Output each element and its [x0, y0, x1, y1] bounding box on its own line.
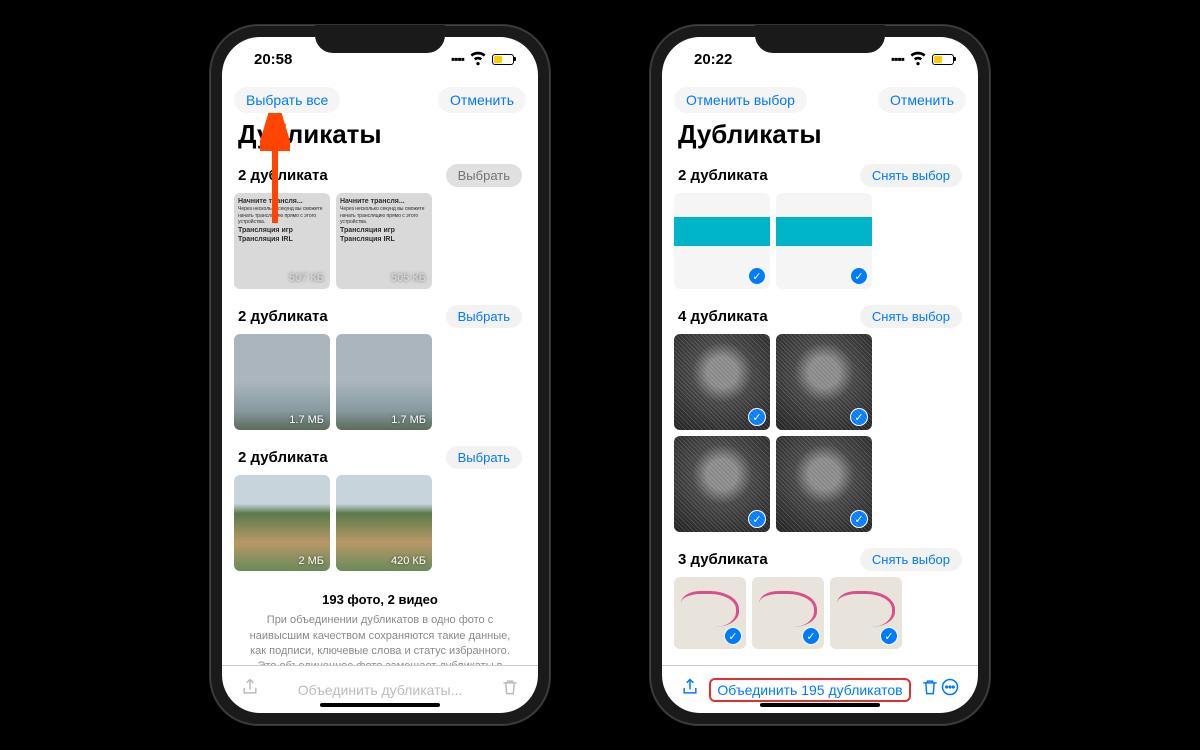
file-size: 1.7 МБ: [289, 414, 324, 426]
file-size: 2 МБ: [298, 555, 324, 567]
share-icon[interactable]: [680, 677, 700, 702]
more-icon[interactable]: [940, 677, 960, 702]
deselect-group-button[interactable]: Снять выбор: [860, 164, 962, 187]
selected-check-icon: ✓: [748, 408, 766, 426]
selected-check-icon: ✓: [850, 267, 868, 285]
photo-thumbnail[interactable]: ✓: [674, 334, 770, 430]
nav-bar: Отменить выбор Отменить: [662, 81, 978, 115]
clock: 20:58: [254, 51, 292, 68]
merge-button[interactable]: Объединить 195 дубликатов: [700, 678, 920, 702]
nav-bar: Выбрать все Отменить: [222, 81, 538, 115]
battery-icon: [932, 54, 954, 65]
selected-check-icon: ✓: [724, 627, 742, 645]
photo-thumbnail[interactable]: ✓: [830, 577, 902, 649]
photo-thumbnail[interactable]: 1.7 МБ: [336, 334, 432, 430]
photo-thumbnail[interactable]: ✓: [776, 193, 872, 289]
notch: [755, 25, 885, 53]
trash-icon: [500, 677, 520, 702]
select-group-button[interactable]: Выбрать: [446, 305, 522, 328]
selected-check-icon: ✓: [880, 627, 898, 645]
selected-check-icon: ✓: [748, 510, 766, 528]
select-group-button[interactable]: Выбрать: [446, 446, 522, 469]
selected-check-icon: ✓: [802, 627, 820, 645]
summary-text: 193 фото, 2 видео При объединении дублик…: [222, 581, 538, 665]
cancel-button[interactable]: Отменить: [878, 87, 966, 113]
duplicate-group: 2 дубликата Снять выбор ✓ ✓: [662, 158, 978, 299]
deselect-all-button[interactable]: Отменить выбор: [674, 87, 807, 113]
select-group-button[interactable]: Выбрать: [446, 164, 522, 187]
annotation-highlight: Объединить 195 дубликатов: [709, 678, 910, 702]
page-title: Дубликаты: [662, 115, 978, 158]
group-title: 2 дубликата: [238, 308, 328, 325]
group-title: 2 дубликата: [238, 449, 328, 466]
notch: [315, 25, 445, 53]
duplicate-group: 2 дубликата Выбрать 1.7 МБ 1.7 МБ: [222, 299, 538, 440]
wifi-icon: [468, 47, 488, 71]
trash-icon[interactable]: [920, 677, 940, 702]
phone-left: 20:58 ▪▪▪▪ Выбрать все Отменить Дубликат…: [210, 25, 550, 725]
battery-icon: [492, 54, 514, 65]
file-size: 507 КБ: [289, 271, 324, 285]
duplicate-group: 2 дубликата Выбрать 2 МБ 420 КБ: [222, 440, 538, 581]
duplicate-group: 3 дубликата Снять выбор ✓ ✓ ✓: [662, 542, 978, 659]
content-scroll[interactable]: 2 дубликата Выбрать Начните трансля... Ч…: [222, 158, 538, 665]
signal-icon: ▪▪▪▪: [891, 52, 904, 66]
selected-check-icon: ✓: [850, 510, 868, 528]
file-size: 505 КБ: [391, 271, 426, 285]
group-title: 3 дубликата: [678, 551, 768, 568]
photo-thumbnail[interactable]: 1.7 МБ: [234, 334, 330, 430]
wifi-icon: [908, 47, 928, 71]
photo-thumbnail[interactable]: 2 МБ: [234, 475, 330, 571]
group-title: 2 дубликата: [678, 167, 768, 184]
file-size: 420 КБ: [391, 555, 426, 567]
selected-check-icon: ✓: [850, 408, 868, 426]
content-scroll[interactable]: 2 дубликата Снять выбор ✓ ✓ 4 дубликата …: [662, 158, 978, 665]
cancel-button[interactable]: Отменить: [438, 87, 526, 113]
select-all-button[interactable]: Выбрать все: [234, 87, 340, 113]
file-size: 1.7 МБ: [391, 414, 426, 426]
group-title: 4 дубликата: [678, 308, 768, 325]
home-indicator[interactable]: [760, 703, 880, 707]
home-indicator[interactable]: [320, 703, 440, 707]
photo-thumbnail[interactable]: Начните трансля... Через несколько секун…: [336, 193, 432, 289]
duplicate-group: 4 дубликата Снять выбор ✓ ✓ ✓ ✓: [662, 299, 978, 542]
merge-button: Объединить дубликаты...: [260, 682, 500, 698]
photo-thumbnail[interactable]: ✓: [776, 436, 872, 532]
share-icon: [240, 677, 260, 702]
photo-thumbnail[interactable]: ✓: [776, 334, 872, 430]
photo-thumbnail[interactable]: ✓: [674, 193, 770, 289]
signal-icon: ▪▪▪▪: [451, 52, 464, 66]
deselect-group-button[interactable]: Снять выбор: [860, 305, 962, 328]
photo-thumbnail[interactable]: ✓: [674, 436, 770, 532]
phone-right: 20:22 ▪▪▪▪ Отменить выбор Отменить Дубли…: [650, 25, 990, 725]
selected-check-icon: ✓: [748, 267, 766, 285]
photo-thumbnail[interactable]: ✓: [752, 577, 824, 649]
summary-counts: 193 фото, 2 видео: [242, 591, 518, 609]
photo-thumbnail[interactable]: ✓: [674, 577, 746, 649]
deselect-group-button[interactable]: Снять выбор: [860, 548, 962, 571]
clock: 20:22: [694, 51, 732, 68]
photo-thumbnail[interactable]: 420 КБ: [336, 475, 432, 571]
annotation-arrow: [260, 113, 290, 233]
